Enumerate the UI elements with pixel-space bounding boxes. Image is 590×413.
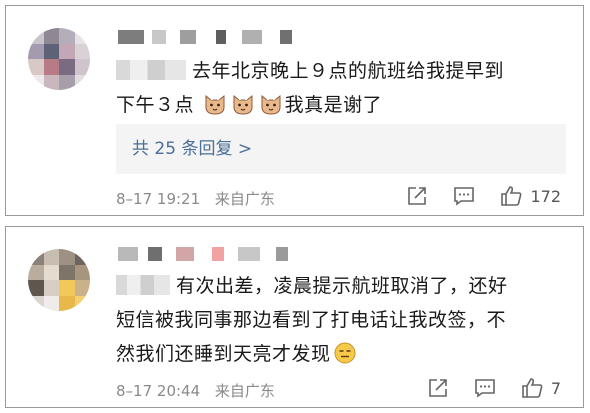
username[interactable]	[118, 247, 288, 261]
comment-card: 有次出差，凌晨提示航班取消了，还好 短信被我同事那边看到了打电话让我改签，不 然…	[5, 226, 584, 408]
like-button[interactable]: 172	[500, 185, 561, 207]
like-button[interactable]: 7	[521, 377, 561, 399]
comment-actions: 7	[403, 377, 561, 399]
comment-button[interactable]	[452, 185, 476, 207]
comment-icon	[475, 379, 495, 398]
like-icon	[501, 186, 522, 206]
avatar[interactable]	[28, 28, 90, 90]
comment-meta: 8–17 19:21 来自广东	[116, 188, 275, 209]
like-count: 172	[530, 186, 561, 206]
username[interactable]	[118, 30, 292, 44]
timestamp: 8–17 19:21	[116, 190, 201, 208]
timestamp: 8–17 20:44	[116, 382, 201, 400]
redacted-name	[116, 275, 170, 295]
avatar[interactable]	[28, 249, 90, 311]
share-button[interactable]	[406, 185, 428, 207]
share-icon	[408, 187, 427, 205]
like-count: 7	[550, 378, 561, 398]
cat-emoji-icon	[205, 94, 225, 115]
like-icon	[522, 378, 543, 398]
comment-text: 有次出差，凌晨提示航班取消了，还好 短信被我同事那边看到了打电话让我改签，不 然…	[116, 275, 508, 365]
comment-text: 去年北京晚上９点的航班给我提早到 下午３点 我真是谢了	[116, 60, 505, 116]
share-button[interactable]	[427, 377, 449, 399]
location: 来自广东	[214, 190, 275, 208]
cat-emoji-icon	[233, 94, 253, 115]
location: 来自广东	[214, 382, 275, 400]
cat-emoji-icon	[261, 94, 281, 115]
comment-meta: 8–17 20:44 来自广东	[116, 380, 275, 401]
share-icon	[429, 379, 447, 397]
comment-button[interactable]	[473, 377, 497, 399]
view-replies-button[interactable]: 共 25 条回复 >	[116, 124, 566, 174]
comment-actions: 172	[382, 185, 561, 207]
comment-icon	[454, 187, 475, 206]
reply-count-label: 共 25 条回复 >	[132, 139, 253, 159]
sweat-emoji-icon	[334, 342, 356, 364]
comment-card: 去年北京晚上９点的航班给我提早到 下午３点 我真是谢了 共 25 条回复 > 8…	[5, 5, 584, 216]
redacted-name	[116, 60, 186, 80]
